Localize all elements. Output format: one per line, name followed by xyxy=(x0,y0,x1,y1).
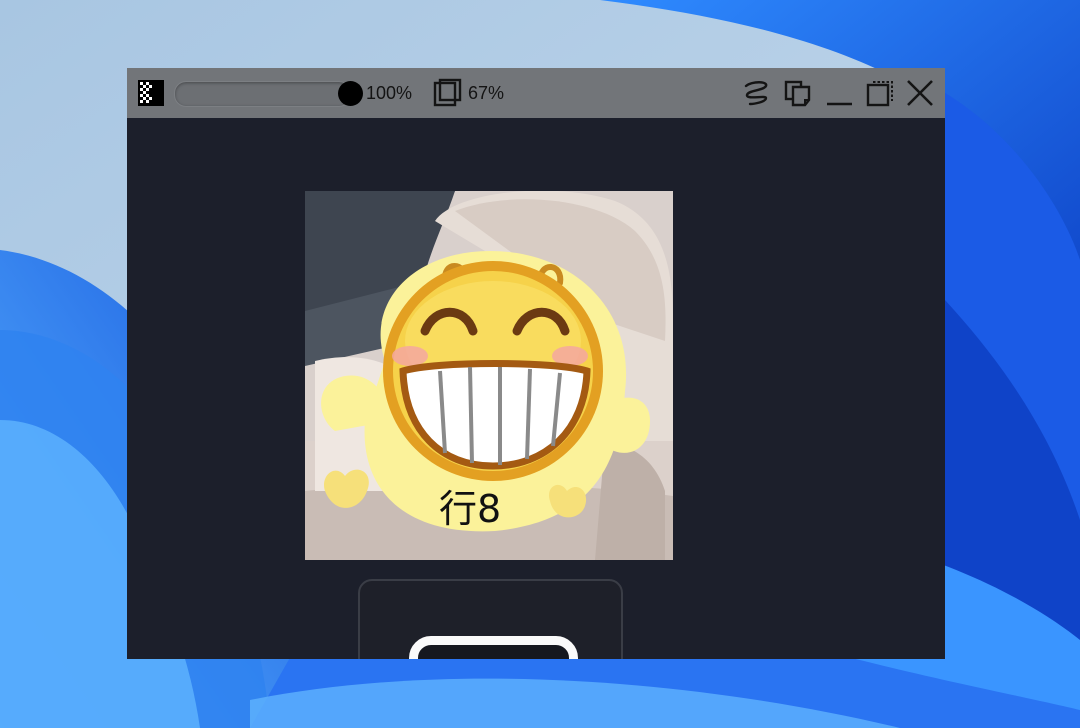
opacity-slider[interactable] xyxy=(174,81,351,107)
sticker-caption: 行8 xyxy=(439,487,502,531)
opacity-value: 100% xyxy=(366,83,413,103)
opacity-slider-handle[interactable] xyxy=(338,81,363,106)
panel-toggle-frame[interactable] xyxy=(409,636,578,659)
crop-frame-icon[interactable] xyxy=(432,78,462,108)
copy-paste-icon[interactable] xyxy=(783,78,813,108)
minimize-icon[interactable] xyxy=(824,78,854,108)
image-viewer-window[interactable]: 100% 67% 行8 xyxy=(127,68,945,659)
restore-icon[interactable] xyxy=(865,78,895,108)
checkerboard-icon[interactable] xyxy=(138,80,164,106)
close-icon[interactable] xyxy=(905,78,935,108)
toolbar: 100% 67% xyxy=(127,68,945,118)
preview-panel[interactable] xyxy=(358,579,623,659)
scribble-icon[interactable] xyxy=(742,78,772,108)
sticker-image: 行8 xyxy=(305,191,673,560)
zoom-value: 67% xyxy=(468,83,505,103)
